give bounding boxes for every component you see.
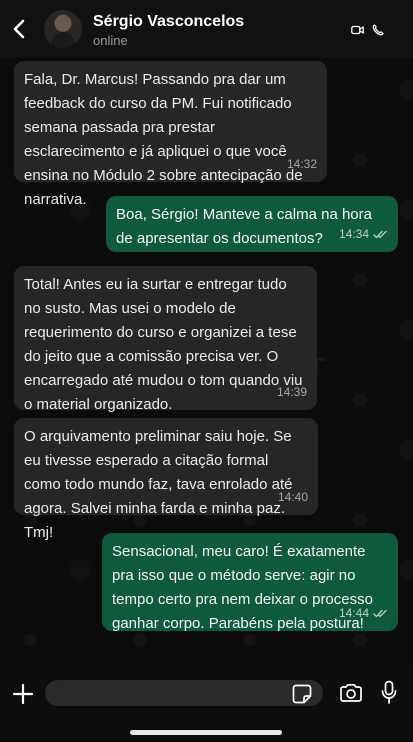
- double-check-icon: [373, 609, 387, 617]
- message-time: 14:44: [338, 606, 369, 620]
- video-call-icon[interactable]: [351, 25, 364, 35]
- phone-icon[interactable]: [372, 24, 384, 36]
- microphone-icon[interactable]: [381, 680, 397, 706]
- message-bubble-incoming[interactable]: Total! Antes eu ia surtar e entregar tud…: [14, 266, 317, 413]
- avatar[interactable]: [44, 10, 82, 48]
- message-bubble-outgoing[interactable]: Sensacional, meu caro! É exatamente pra …: [102, 533, 398, 632]
- message-bubble-outgoing[interactable]: Boa, Sérgio! Manteve a calma na hora de …: [106, 196, 398, 252]
- message-text: Sensacional, meu caro! É exatamente pra …: [112, 543, 373, 632]
- message-time-wrap: 14:44: [339, 601, 388, 625]
- message-time: 14:34: [338, 227, 369, 241]
- message-time-wrap: 14:40: [278, 485, 308, 509]
- message-time: 14:32: [286, 157, 317, 171]
- sticker-icon[interactable]: [292, 684, 312, 704]
- message-bubble-incoming[interactable]: O arquivamento preliminar saiu hoje. Se …: [14, 418, 318, 541]
- message-time: 14:39: [276, 385, 307, 399]
- message-text: Boa, Sérgio! Manteve a calma na hora de …: [116, 206, 372, 247]
- message-text: Fala, Dr. Marcus! Passando pra dar um fe…: [24, 71, 303, 208]
- home-indicator: [130, 730, 282, 735]
- contact-status: online: [93, 33, 128, 48]
- message-time: 14:40: [277, 490, 308, 504]
- message-bubble-incoming[interactable]: Fala, Dr. Marcus! Passando pra dar um fe…: [14, 61, 327, 208]
- message-time-wrap: 14:34: [339, 222, 388, 246]
- message-text: Total! Antes eu ia surtar e entregar tud…: [24, 276, 303, 413]
- chat-header: Sérgio Vasconcelos online: [0, 0, 413, 58]
- message-input[interactable]: [45, 680, 323, 706]
- message-time-wrap: 14:39: [277, 380, 307, 404]
- message-time-wrap: 14:32: [287, 152, 317, 176]
- plus-icon[interactable]: [12, 683, 34, 705]
- camera-icon[interactable]: [339, 683, 363, 703]
- contact-name[interactable]: Sérgio Vasconcelos: [93, 13, 244, 31]
- back-arrow-icon[interactable]: [12, 19, 26, 39]
- double-check-icon: [373, 230, 387, 238]
